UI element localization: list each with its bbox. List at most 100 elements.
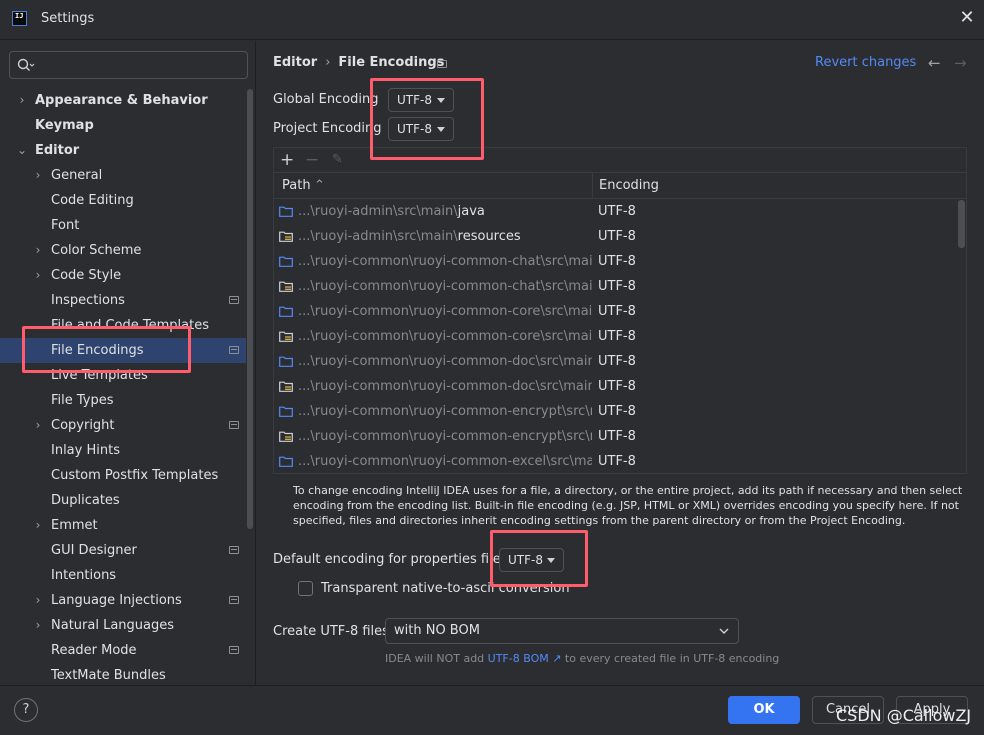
row-encoding[interactable]: UTF-8 [598, 424, 636, 449]
chevron-right-icon[interactable]: › [15, 88, 29, 113]
search-icon [17, 58, 35, 71]
forward-arrow-icon[interactable]: → [954, 54, 967, 72]
chevron-down-icon[interactable]: ⌄ [15, 138, 29, 163]
table-scrollbar[interactable] [958, 200, 965, 248]
transparent-ascii-checkbox[interactable] [298, 581, 313, 596]
row-encoding[interactable]: UTF-8 [598, 274, 636, 299]
chevron-right-icon[interactable]: › [31, 588, 45, 613]
table-row[interactable]: ...\ruoyi-admin\src\main\resources UTF-8 [274, 224, 958, 249]
sidebar-item-duplicates[interactable]: Duplicates [0, 488, 246, 513]
chevron-right-icon[interactable]: › [31, 238, 45, 263]
global-encoding-label: Global Encoding [273, 92, 379, 107]
table-row[interactable]: ...\ruoyi-common\ruoyi-common-encrypt\sr… [274, 424, 958, 449]
sidebar-item-file-encodings[interactable]: File Encodings [0, 338, 246, 363]
table-row[interactable]: ...\ruoyi-common\ruoyi-common-excel\src\… [274, 449, 958, 474]
close-icon[interactable]: ✕ [958, 9, 976, 27]
sidebar-item-intentions[interactable]: Intentions [0, 563, 246, 588]
chevron-right-icon[interactable]: › [31, 263, 45, 288]
breadcrumb-editor[interactable]: Editor [273, 55, 317, 70]
encoding-column-header[interactable]: Encoding [599, 178, 659, 193]
chevron-right-icon[interactable]: › [31, 413, 45, 438]
help-button[interactable]: ? [14, 698, 38, 722]
row-encoding[interactable]: UTF-8 [598, 224, 636, 249]
table-row[interactable]: ...\ruoyi-common\ruoyi-common-doc\src\ma… [274, 374, 958, 399]
dropdown-arrow-icon [437, 127, 445, 132]
table-row[interactable]: ...\ruoyi-admin\src\main\java UTF-8 [274, 199, 958, 224]
row-encoding[interactable]: UTF-8 [598, 324, 636, 349]
sidebar-item-label: Color Scheme [51, 243, 142, 258]
sidebar-item-code-editing[interactable]: Code Editing [0, 188, 246, 213]
properties-encoding-value: UTF-8 [508, 553, 543, 567]
source-folder-icon [279, 456, 293, 467]
table-row[interactable]: ...\ruoyi-common\ruoyi-common-doc\src\ma… [274, 349, 958, 374]
source-folder-icon [279, 406, 293, 417]
sidebar-item-inspections[interactable]: Inspections [0, 288, 246, 313]
table-row[interactable]: ...\ruoyi-common\ruoyi-common-chat\src\m… [274, 274, 958, 299]
source-folder-icon [279, 256, 293, 267]
sidebar-item-inlay-hints[interactable]: Inlay Hints [0, 438, 246, 463]
project-encoding-label: Project Encoding [273, 121, 382, 136]
project-encoding-value: UTF-8 [397, 122, 432, 136]
sidebar-item-label: Duplicates [51, 493, 120, 508]
create-utf8-dropdown[interactable]: with NO BOM [385, 618, 739, 644]
back-arrow-icon[interactable]: ← [928, 54, 941, 72]
sidebar-item-live-templates[interactable]: Live Templates [0, 363, 246, 388]
global-encoding-dropdown[interactable]: UTF-8 [388, 88, 454, 112]
table-row[interactable]: ...\ruoyi-common\ruoyi-common-chat\src\m… [274, 249, 958, 274]
sidebar-item-custom-postfix-templates[interactable]: Custom Postfix Templates [0, 463, 246, 488]
row-path: ...\ruoyi-common\ruoyi-common-encrypt\sr… [298, 399, 592, 424]
row-encoding[interactable]: UTF-8 [598, 349, 636, 374]
revert-changes-link[interactable]: Revert changes [815, 55, 916, 70]
sidebar-item-copyright[interactable]: › Copyright [0, 413, 246, 438]
row-encoding[interactable]: UTF-8 [598, 399, 636, 424]
project-encoding-dropdown[interactable]: UTF-8 [388, 117, 454, 141]
row-path: ...\ruoyi-common\ruoyi-common-doc\src\ma… [298, 374, 592, 399]
row-encoding[interactable]: UTF-8 [598, 299, 636, 324]
transparent-ascii-label[interactable]: Transparent native-to-ascii conversion [321, 581, 570, 596]
row-path-prefix: ...\ruoyi-common\ruoyi-common-chat\src\m… [298, 279, 592, 294]
chevron-right-icon[interactable]: › [31, 613, 45, 638]
sidebar-item-label: File and Code Templates [51, 318, 209, 333]
sidebar-item-language-injections[interactable]: › Language Injections [0, 588, 246, 613]
sidebar-item-label: Copyright [51, 418, 115, 433]
sidebar-item-file-types[interactable]: File Types [0, 388, 246, 413]
ok-button[interactable]: OK [728, 696, 800, 724]
sidebar-item-label: GUI Designer [51, 543, 137, 558]
remove-icon[interactable]: − [305, 150, 319, 170]
sidebar-item-editor[interactable]: ⌄ Editor [0, 138, 246, 163]
breadcrumb-separator: › [325, 55, 331, 70]
add-icon[interactable]: + [280, 150, 294, 170]
table-row[interactable]: ...\ruoyi-common\ruoyi-common-core\src\m… [274, 299, 958, 324]
sidebar-item-font[interactable]: Font [0, 213, 246, 238]
table-row[interactable]: ...\ruoyi-common\ruoyi-common-encrypt\sr… [274, 399, 958, 424]
search-input[interactable] [9, 51, 248, 79]
row-path-prefix: ...\ruoyi-common\ruoyi-common-doc\src\ma… [298, 354, 592, 369]
sidebar-item-color-scheme[interactable]: › Color Scheme [0, 238, 246, 263]
sidebar-item-keymap[interactable]: Keymap [0, 113, 246, 138]
sidebar-item-gui-designer[interactable]: GUI Designer [0, 538, 246, 563]
row-encoding[interactable]: UTF-8 [598, 199, 636, 224]
sidebar-scrollbar[interactable] [247, 89, 253, 529]
project-scope-icon [229, 646, 239, 654]
sidebar-item-label: General [51, 168, 103, 183]
sidebar-item-file-and-code-templates[interactable]: File and Code Templates [0, 313, 246, 338]
row-path: ...\ruoyi-common\ruoyi-common-chat\src\m… [298, 274, 592, 299]
row-encoding[interactable]: UTF-8 [598, 449, 636, 474]
sidebar-item-label: Reader Mode [51, 643, 137, 658]
chevron-right-icon[interactable]: › [31, 513, 45, 538]
sidebar-item-general[interactable]: › General [0, 163, 246, 188]
sidebar-item-natural-languages[interactable]: › Natural Languages [0, 613, 246, 638]
sidebar-item-code-style[interactable]: › Code Style [0, 263, 246, 288]
properties-encoding-dropdown[interactable]: UTF-8 [499, 548, 564, 572]
row-encoding[interactable]: UTF-8 [598, 374, 636, 399]
column-divider[interactable] [592, 173, 593, 199]
table-row[interactable]: ...\ruoyi-common\ruoyi-common-core\src\m… [274, 324, 958, 349]
edit-icon[interactable]: ✎ [332, 150, 343, 170]
row-encoding[interactable]: UTF-8 [598, 249, 636, 274]
chevron-right-icon[interactable]: › [31, 163, 45, 188]
sidebar-item-reader-mode[interactable]: Reader Mode [0, 638, 246, 663]
path-column-header[interactable]: Path [282, 178, 311, 193]
sidebar-item-appearance-behavior[interactable]: › Appearance & Behavior [0, 88, 246, 113]
sidebar-item-emmet[interactable]: › Emmet [0, 513, 246, 538]
utf8-bom-link[interactable]: UTF-8 BOM ↗ [488, 652, 562, 665]
